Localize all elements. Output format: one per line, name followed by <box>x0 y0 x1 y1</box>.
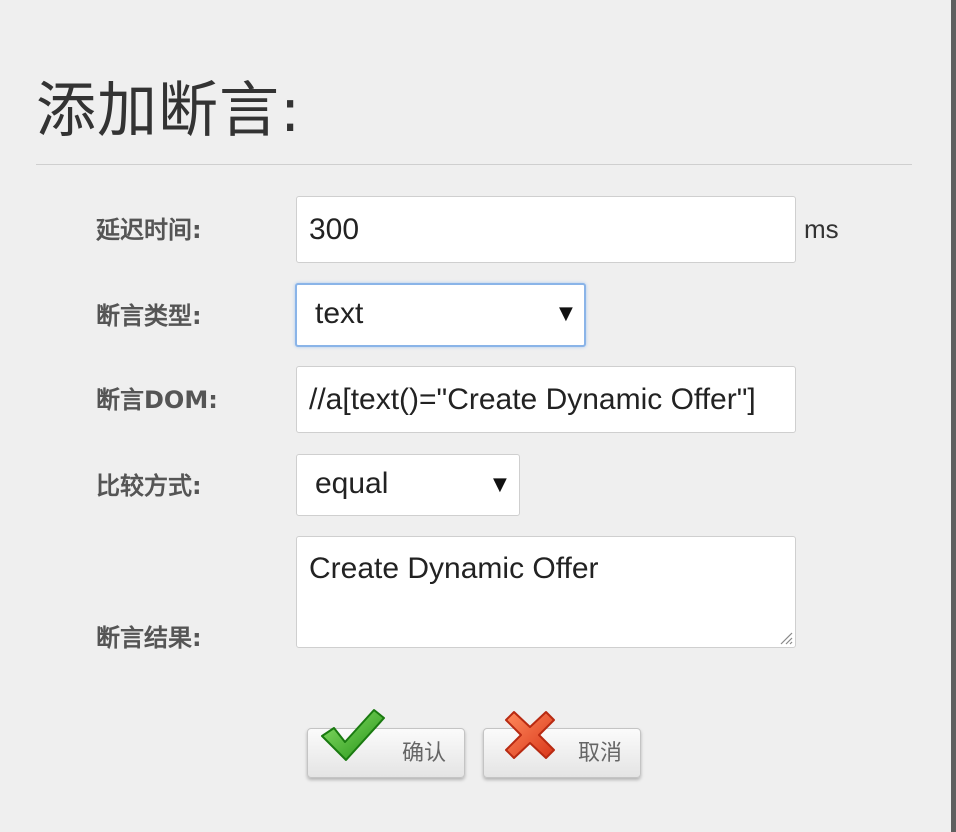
window-edge <box>951 0 956 832</box>
confirm-button-label: 确认 <box>402 741 447 766</box>
assert-result-value: Create Dynamic Offer <box>309 552 599 585</box>
resize-grip-icon[interactable] <box>777 629 793 645</box>
assert-type-label: 断言类型: <box>96 302 202 330</box>
assert-result-label: 断言结果: <box>96 624 202 652</box>
delay-input[interactable]: 300 <box>296 196 796 263</box>
compare-mode-value: equal <box>315 467 389 500</box>
chevron-down-icon: ▼ <box>559 303 573 324</box>
page-title: 添加断言: <box>36 76 302 146</box>
chevron-down-icon: ▼ <box>493 474 507 495</box>
delay-label: 延迟时间: <box>96 216 202 244</box>
assert-dom-input[interactable]: //a[text()="Create Dynamic Offer"] <box>296 366 796 433</box>
assert-type-select[interactable]: text ▼ <box>295 283 586 347</box>
assert-dom-label: 断言DOM: <box>96 386 218 414</box>
compare-mode-label: 比较方式: <box>96 472 202 500</box>
assert-result-textarea[interactable]: Create Dynamic Offer <box>296 536 796 648</box>
delay-unit: ms <box>804 214 839 244</box>
assert-dom-value: //a[text()="Create Dynamic Offer"] <box>309 383 756 416</box>
title-divider <box>36 164 912 165</box>
checkmark-icon <box>321 709 385 761</box>
cancel-button-label: 取消 <box>578 741 623 766</box>
compare-mode-select[interactable]: equal ▼ <box>296 454 520 516</box>
assert-type-value: text <box>315 297 364 330</box>
cross-icon <box>505 711 555 759</box>
delay-value: 300 <box>309 213 360 246</box>
